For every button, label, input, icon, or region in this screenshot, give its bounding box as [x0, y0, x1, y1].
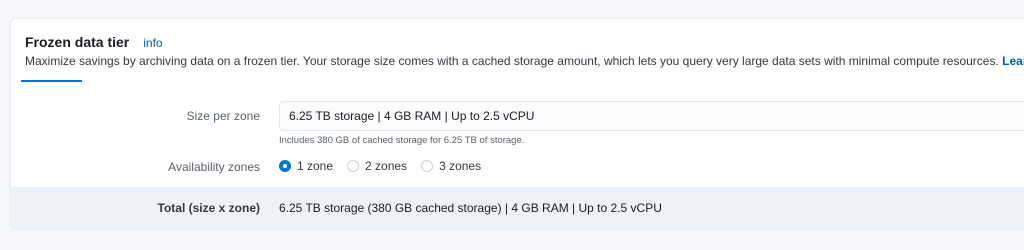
zone-option-1[interactable]: 1 zone	[279, 159, 333, 173]
zone-option-label: 3 zones	[439, 159, 482, 173]
size-select-value: 6.25 TB storage | 4 GB RAM | Up to 2.5 v…	[289, 109, 535, 123]
size-per-zone-select[interactable]: 6.25 TB storage | 4 GB RAM | Up to 2.5 v…	[279, 101, 1024, 131]
total-value: 6.25 TB storage (380 GB cached storage) …	[279, 201, 662, 215]
active-tab-indicator	[21, 80, 82, 82]
radio-button-checked[interactable]	[279, 160, 291, 172]
learn-more-label: Learn more	[1002, 54, 1024, 68]
frozen-tier-card: Frozen data tier info Maximize savings b…	[10, 18, 1024, 229]
radio-button[interactable]	[347, 160, 360, 172]
size-help-text: Includes 380 GB of cached storage for 6.…	[279, 135, 525, 146]
availability-zones-radio-group: 1 zone 2 zones 3 zones	[279, 159, 495, 173]
learn-more-link[interactable]: Learn more	[1002, 54, 1024, 68]
availability-zones-label: Availability zones	[168, 160, 260, 174]
info-link[interactable]: info	[143, 36, 162, 50]
zone-option-label: 2 zones	[365, 159, 408, 173]
section-title: Frozen data tier	[25, 34, 130, 50]
size-per-zone-label: Size per zone	[186, 109, 260, 123]
description-text: Maximize savings by archiving data on a …	[25, 54, 999, 68]
zone-option-3[interactable]: 3 zones	[421, 159, 481, 173]
zone-option-2[interactable]: 2 zones	[347, 159, 407, 173]
total-label: Total (size x zone)	[157, 201, 260, 215]
radio-button[interactable]	[421, 160, 434, 172]
section-description: Maximize savings by archiving data on a …	[25, 54, 1024, 68]
section-header: Frozen data tier info	[25, 34, 163, 50]
zone-option-label: 1 zone	[297, 159, 334, 173]
